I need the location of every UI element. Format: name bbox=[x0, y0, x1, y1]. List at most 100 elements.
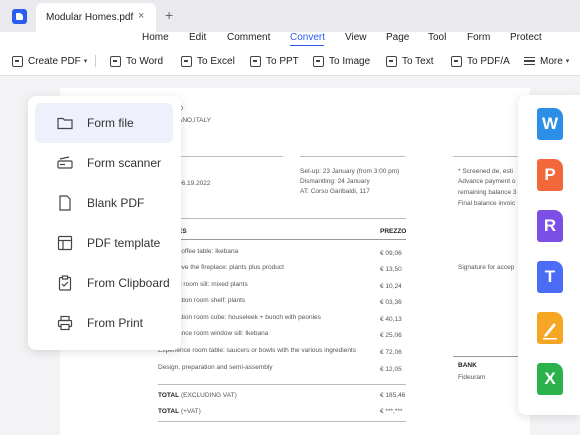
close-tab-icon[interactable]: × bbox=[138, 10, 144, 22]
menu-item-label: From Print bbox=[87, 316, 144, 330]
menu-item-form-file[interactable]: Form file bbox=[35, 103, 173, 143]
menu-item-from-clipboard[interactable]: From Clipboard bbox=[35, 263, 173, 303]
doc-rule bbox=[158, 239, 406, 240]
doc-rule bbox=[178, 156, 283, 157]
text-format-icon[interactable]: T bbox=[537, 261, 563, 293]
create-pdf-icon bbox=[12, 55, 23, 67]
image-icon bbox=[313, 55, 324, 67]
menu-item-label: Form scanner bbox=[87, 156, 162, 170]
doc-row-price: € 13,50 bbox=[380, 266, 402, 273]
doc-row-price: € 10,24 bbox=[380, 283, 402, 290]
doc-row-price: € 09,06 bbox=[380, 250, 402, 257]
app-logo-icon bbox=[12, 9, 27, 24]
doc-row-desc: coffee table: Ikebana bbox=[178, 248, 239, 255]
more-button[interactable]: More ▾ bbox=[524, 54, 569, 68]
doc-row-desc: Design, preparation and semi-assembly bbox=[158, 364, 273, 371]
doc-row-desc: ation room cube: houseleek + bunch with … bbox=[178, 314, 321, 321]
menu-page[interactable]: Page bbox=[386, 32, 409, 43]
doc-note: Final balance invoic bbox=[458, 200, 516, 207]
more-label: More bbox=[540, 55, 563, 67]
pages-format-icon[interactable] bbox=[537, 312, 563, 344]
doc-total-label: TOTAL bbox=[158, 408, 180, 415]
new-tab-icon[interactable]: + bbox=[165, 7, 173, 23]
menu-item-form-scanner[interactable]: Form scanner bbox=[35, 143, 173, 183]
doc-total-label: TOTAL bbox=[158, 392, 180, 399]
menu-tool[interactable]: Tool bbox=[428, 32, 446, 43]
menu-item-label: PDF template bbox=[87, 236, 161, 250]
to-excel-label: To Excel bbox=[197, 55, 235, 67]
clipboard-icon bbox=[58, 275, 72, 291]
convert-format-panel: W P R T X bbox=[518, 95, 580, 415]
doc-rule bbox=[158, 218, 406, 219]
doc-col-price: PREZZO bbox=[380, 228, 407, 235]
menu-item-pdf-template[interactable]: PDF template bbox=[35, 223, 173, 263]
to-word-label: To Word bbox=[126, 55, 164, 67]
menu-edit[interactable]: Edit bbox=[189, 32, 206, 43]
to-ppt-button[interactable]: To PPT bbox=[250, 54, 299, 68]
ppt-format-icon[interactable]: P bbox=[537, 159, 563, 191]
to-word-button[interactable]: To Word bbox=[110, 54, 163, 68]
format-letter: R bbox=[543, 216, 557, 235]
doc-total-value: € ***,*** bbox=[380, 408, 403, 415]
doc-rule bbox=[300, 156, 405, 157]
doc-row-price: € 72,06 bbox=[380, 349, 402, 356]
doc-row-desc: Experience room table: saucers or bowls … bbox=[158, 347, 356, 354]
doc-note: * Screened de, esti bbox=[458, 168, 513, 175]
doc-row-price: € 25,06 bbox=[380, 332, 402, 339]
document-tab[interactable]: Modular Homes.pdf × bbox=[36, 3, 156, 32]
doc-total-value: € 185,46 bbox=[380, 392, 406, 399]
doc-header-city: ANO,ITALY bbox=[178, 117, 211, 124]
doc-total-note: (+VAT) bbox=[181, 408, 201, 415]
toolbar-divider bbox=[95, 55, 96, 67]
menu-comment[interactable]: Comment bbox=[227, 32, 270, 43]
menu-item-from-print[interactable]: From Print bbox=[35, 303, 173, 343]
chevron-down-icon: ▾ bbox=[565, 58, 570, 65]
doc-rule bbox=[158, 384, 406, 385]
doc-row-desc: ove the fireplace: plants plus product bbox=[178, 264, 284, 271]
to-text-label: To Text bbox=[402, 55, 434, 67]
to-ppt-label: To PPT bbox=[266, 55, 299, 67]
menu-view[interactable]: View bbox=[345, 32, 367, 43]
doc-bank-name: Fideuram bbox=[458, 374, 486, 381]
pencil-icon bbox=[543, 323, 557, 340]
blank-page-icon bbox=[59, 195, 71, 211]
chevron-down-icon: ▾ bbox=[83, 58, 88, 65]
doc-location: AT: Corso Garibaldi, 117 bbox=[300, 188, 370, 195]
to-image-button[interactable]: To Image bbox=[313, 54, 370, 68]
doc-row-price: € 03,36 bbox=[380, 299, 402, 306]
menu-item-label: Form file bbox=[87, 116, 134, 130]
menu-home[interactable]: Home bbox=[142, 32, 169, 43]
to-text-button[interactable]: To Text bbox=[386, 54, 434, 68]
toolbar: Create PDF ▾ To Word To Excel To PPT To … bbox=[0, 46, 580, 76]
doc-row-price: € 12,05 bbox=[380, 366, 402, 373]
title-bar: Modular Homes.pdf × + bbox=[0, 0, 580, 32]
to-excel-button[interactable]: To Excel bbox=[181, 54, 235, 68]
menu-protect[interactable]: Protect bbox=[510, 32, 542, 43]
doc-date: 06.19.2022 bbox=[178, 180, 211, 187]
scanner-icon bbox=[57, 156, 73, 169]
pdfa-icon bbox=[451, 55, 462, 67]
menu-bar: Home Edit Comment Convert View Page Tool… bbox=[0, 32, 580, 47]
format-letter: W bbox=[541, 114, 559, 133]
menu-item-label: From Clipboard bbox=[87, 276, 170, 290]
doc-bank-label: BANK bbox=[458, 362, 477, 369]
doc-row-desc: ance room window sill: Ikebana bbox=[178, 330, 269, 337]
menu-convert[interactable]: Convert bbox=[290, 32, 325, 43]
doc-total-note: (EXCLUDING VAT) bbox=[181, 392, 237, 399]
format-letter: X bbox=[544, 369, 556, 388]
menu-item-label: Blank PDF bbox=[87, 196, 145, 210]
word-format-icon[interactable]: W bbox=[537, 108, 563, 140]
menu-form[interactable]: Form bbox=[467, 32, 490, 43]
rtf-format-icon[interactable]: R bbox=[537, 210, 563, 242]
create-pdf-button[interactable]: Create PDF ▾ bbox=[12, 54, 87, 68]
doc-note: remaining balance 3 bbox=[458, 189, 517, 196]
doc-row-desc: ation room shelf: plants bbox=[178, 297, 246, 304]
excel-format-icon[interactable]: X bbox=[537, 363, 563, 395]
to-pdfa-button[interactable]: To PDF/A bbox=[451, 54, 510, 68]
tab-title: Modular Homes.pdf bbox=[46, 12, 134, 23]
folder-icon bbox=[57, 117, 73, 130]
menu-item-blank-pdf[interactable]: Blank PDF bbox=[35, 183, 173, 223]
word-icon bbox=[110, 55, 121, 67]
doc-signature: Signature for accep bbox=[458, 264, 515, 271]
doc-note: Advance payment o bbox=[458, 178, 516, 185]
